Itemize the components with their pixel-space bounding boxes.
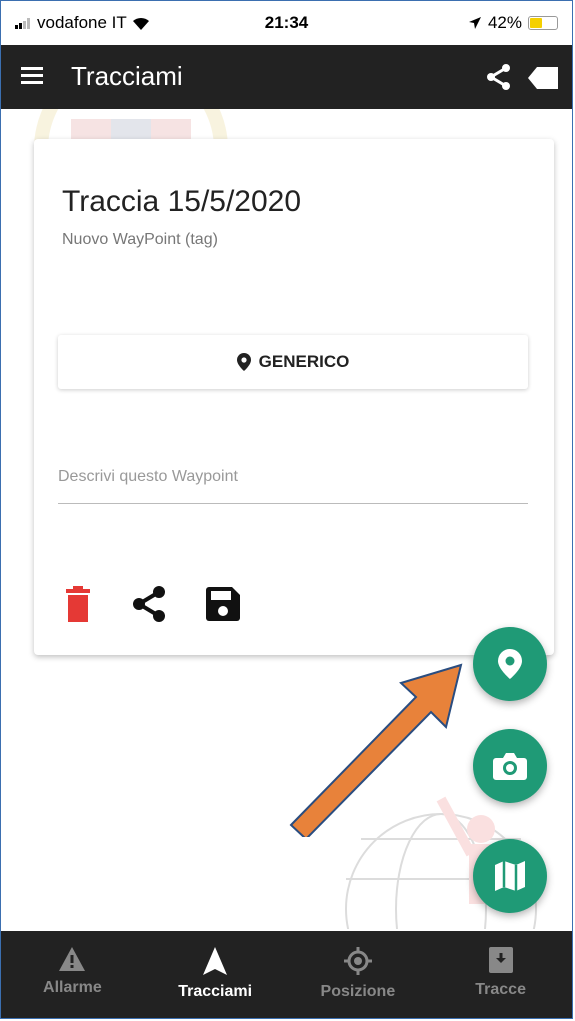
save-icon[interactable] [206,587,240,621]
nav-label: Allarme [43,979,102,996]
share-icon[interactable] [486,63,512,91]
bottom-navigation: Allarme Tracciami Posizione Tracce [1,931,572,1018]
description-placeholder: Descrivi questo Waypoint [58,468,238,485]
map-fab[interactable] [473,839,547,913]
app-bar: Tracciami [1,45,572,109]
phone-screen: vodafone IT 21:34 42% Tracciami Traccia … [0,0,573,1019]
nav-label: Tracce [475,981,526,998]
nav-label: Tracciami [178,983,253,1000]
carrier-name: vodafone IT [37,13,127,32]
map-icon [495,861,525,891]
description-input[interactable]: Descrivi questo Waypoint [58,451,528,504]
map-marker-icon [236,353,251,371]
location-arrow-icon [468,17,481,29]
share-icon[interactable] [132,585,166,623]
nav-item-allarme[interactable]: Allarme [1,931,144,1018]
main-content: Traccia 15/5/2020 Nuovo WayPoint (tag) G… [1,109,572,929]
battery-percent: 42% [487,13,522,32]
location-target-icon [343,947,372,975]
carrier: vodafone IT [15,13,151,33]
camera-icon [493,753,527,780]
status-right: 42% [468,13,558,33]
tag-icon[interactable] [528,67,558,89]
navigation-icon [203,947,228,975]
add-waypoint-fab[interactable] [473,627,547,701]
camera-fab[interactable] [473,729,547,803]
signal-icon [15,17,33,29]
annotation-arrow [289,663,463,837]
card-subtitle: Nuovo WayPoint (tag) [62,231,218,248]
status-bar: vodafone IT 21:34 42% [1,1,572,45]
delete-icon[interactable] [64,586,92,622]
battery-fill [530,18,542,28]
archive-icon [488,947,513,973]
nav-item-tracciami[interactable]: Tracciami [144,931,287,1018]
status-time: 21:34 [264,13,309,32]
card-actions [64,585,240,623]
category-button[interactable]: GENERICO [58,335,528,389]
map-marker-icon [498,649,522,679]
nav-item-posizione[interactable]: Posizione [287,931,430,1018]
warning-icon [59,947,86,971]
battery-icon [528,16,558,30]
wifi-icon [132,17,149,30]
waypoint-card: Traccia 15/5/2020 Nuovo WayPoint (tag) G… [34,139,554,655]
nav-label: Posizione [320,983,396,1000]
menu-icon[interactable] [21,67,43,88]
category-label: GENERICO [258,352,350,371]
page-title: Tracciami [71,61,183,91]
nav-item-tracce[interactable]: Tracce [429,931,572,1018]
track-title: Traccia 15/5/2020 [62,185,302,218]
